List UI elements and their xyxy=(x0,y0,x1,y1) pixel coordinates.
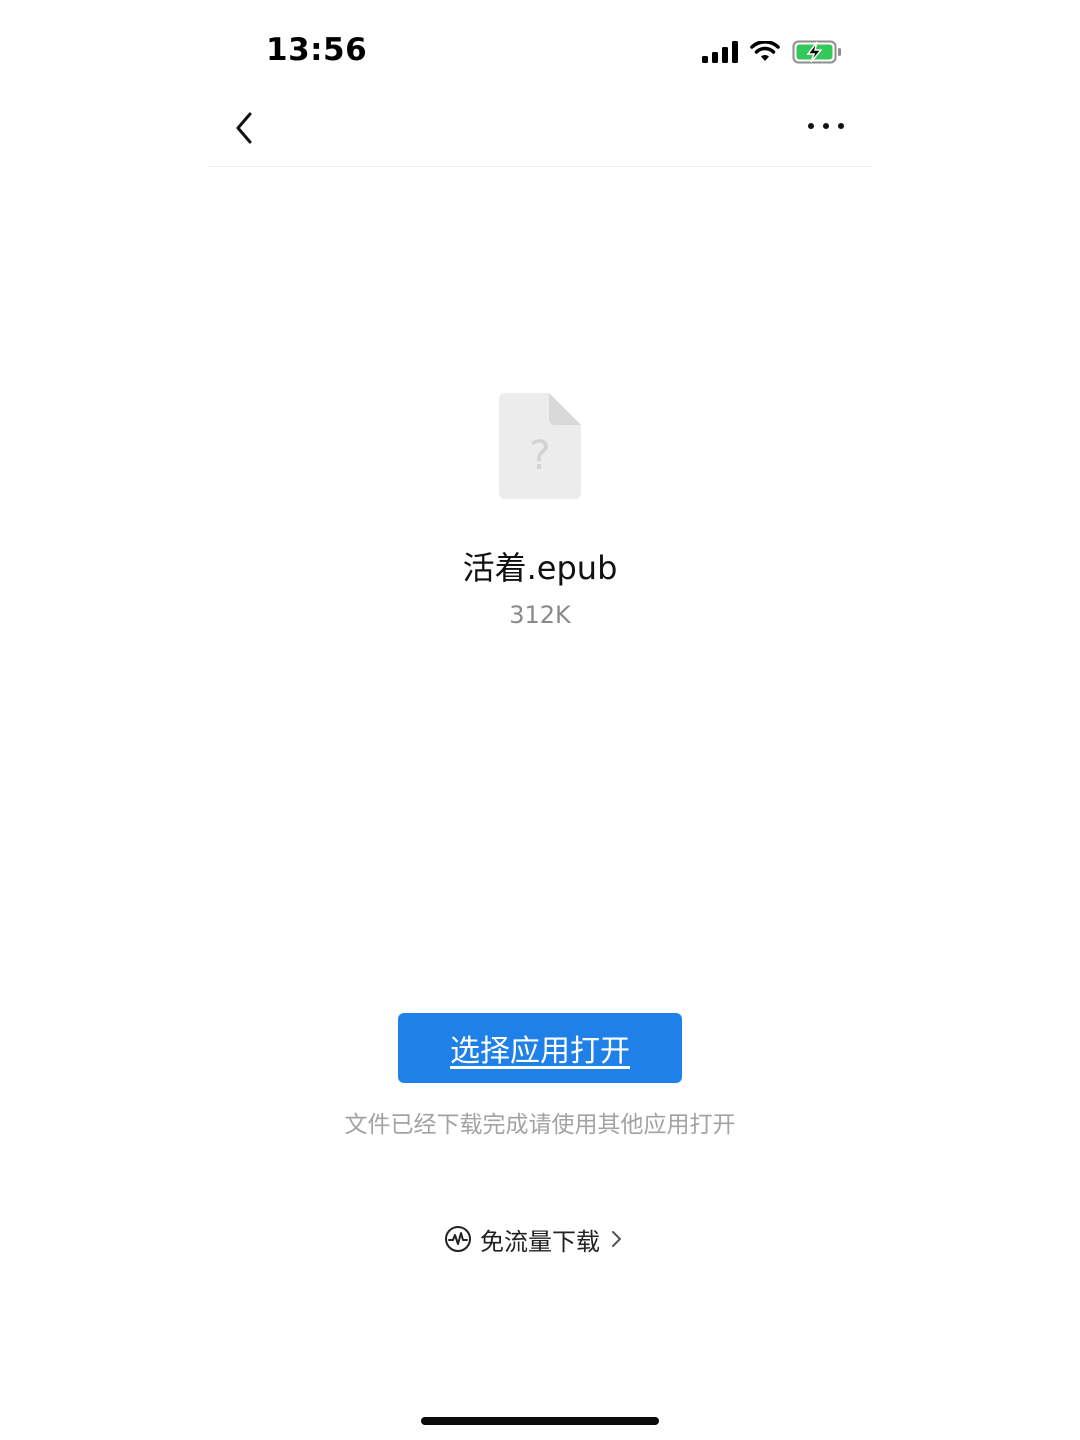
wifi-icon xyxy=(750,41,780,61)
back-button[interactable] xyxy=(228,108,260,148)
chevron-right-icon xyxy=(612,1231,621,1247)
open-with-app-label: 选择应用打开 xyxy=(450,1034,630,1069)
download-complete-hint: 文件已经下载完成请使用其他应用打开 xyxy=(344,1112,736,1138)
chevron-left-icon xyxy=(236,112,252,144)
free-download-label: 免流量下载 xyxy=(480,1227,600,1256)
status-time: 13:56 xyxy=(266,32,368,68)
free-download-link[interactable]: 免流量下载 xyxy=(444,1220,624,1258)
unknown-file-icon: ? xyxy=(499,393,581,499)
file-name: 活着.epub xyxy=(462,549,618,587)
phone-screen: 13:56 ? 活着.epub 312K 选择应用打开 文件已经下载完成请使用其… xyxy=(208,0,872,1440)
cellular-signal-icon xyxy=(702,41,738,63)
more-dots-icon xyxy=(808,123,844,129)
status-icons xyxy=(702,36,842,68)
open-with-app-button[interactable]: 选择应用打开 xyxy=(398,1013,682,1083)
battery-charging-icon xyxy=(792,40,841,64)
home-indicator[interactable] xyxy=(421,1417,659,1425)
pulse-circle-icon xyxy=(445,1226,471,1252)
file-icon-glyph: ? xyxy=(529,433,550,479)
file-size: 312K xyxy=(509,601,571,629)
more-options-button[interactable] xyxy=(806,114,846,138)
navigation-bar xyxy=(208,86,872,167)
